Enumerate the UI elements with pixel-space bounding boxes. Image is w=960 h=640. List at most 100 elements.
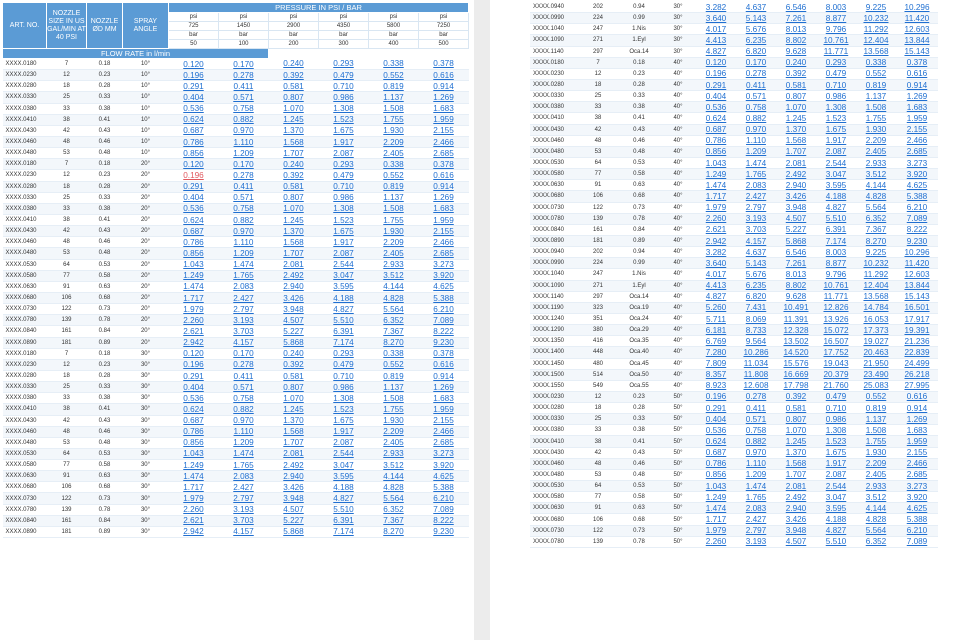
flow-5800-cell[interactable]: 5.564: [856, 202, 896, 214]
flow-2900-cell[interactable]: 0.240: [268, 58, 319, 71]
flow-725-cell[interactable]: 0.196: [168, 359, 219, 371]
flow-725-cell[interactable]: 1.717: [696, 513, 736, 526]
flow-725-cell[interactable]: 0.291: [168, 370, 219, 383]
flow-5800-cell[interactable]: 16.053: [856, 313, 896, 326]
flow-7250-cell[interactable]: 2.155: [896, 447, 938, 459]
flow-5800-cell[interactable]: 2.933: [856, 480, 896, 493]
flow-1450-cell[interactable]: 5.676: [736, 268, 776, 281]
flow-1450-cell[interactable]: 2.083: [218, 281, 269, 293]
flow-5800-cell[interactable]: 1.930: [368, 415, 419, 427]
flow-1450-cell[interactable]: 0.882: [736, 435, 776, 448]
flow-2900-cell[interactable]: 6.546: [776, 2, 816, 14]
flow-5800-cell[interactable]: 1.508: [368, 392, 419, 405]
flow-5800-cell[interactable]: 6.352: [368, 504, 419, 516]
flow-1450-cell[interactable]: 0.970: [736, 447, 776, 459]
flow-7250-cell[interactable]: 21.236: [896, 335, 938, 348]
flow-4350-cell[interactable]: 6.391: [318, 325, 369, 338]
flow-725-cell[interactable]: 0.404: [696, 413, 736, 426]
flow-1450-cell[interactable]: 3.193: [736, 213, 776, 225]
flow-7250-cell[interactable]: 2.685: [418, 247, 469, 260]
flow-5800-cell[interactable]: 1.930: [368, 125, 419, 137]
flow-7250-cell[interactable]: 3.920: [418, 270, 469, 282]
flow-1450-cell[interactable]: 0.882: [218, 214, 269, 227]
flow-1450-cell[interactable]: 0.170: [218, 158, 269, 171]
flow-725-cell[interactable]: 0.624: [696, 435, 736, 448]
flow-725-cell[interactable]: 2.260: [168, 314, 219, 327]
flow-4350-cell[interactable]: 6.391: [318, 515, 369, 527]
flow-4350-cell[interactable]: 7.174: [816, 235, 856, 248]
flow-5800-cell[interactable]: 23.490: [856, 369, 896, 381]
flow-2900-cell[interactable]: 2.492: [268, 459, 319, 472]
flow-5800-cell[interactable]: 10.232: [856, 257, 896, 270]
flow-4350-cell[interactable]: 0.710: [318, 181, 369, 193]
flow-5800-cell[interactable]: 10.232: [856, 12, 896, 25]
flow-2900-cell[interactable]: 4.507: [776, 213, 816, 225]
flow-2900-cell[interactable]: 4.507: [268, 504, 319, 516]
flow-4350-cell[interactable]: 1.917: [318, 426, 369, 438]
flow-5800-cell[interactable]: 1.755: [856, 112, 896, 125]
flow-2900-cell[interactable]: 1.370: [268, 125, 319, 137]
flow-5800-cell[interactable]: 19.027: [856, 335, 896, 348]
flow-4350-cell[interactable]: 16.507: [816, 335, 856, 348]
flow-725-cell[interactable]: 1.249: [168, 459, 219, 472]
flow-725-cell[interactable]: 4.413: [696, 34, 736, 47]
flow-1450-cell[interactable]: 0.278: [218, 359, 269, 371]
flow-1450-cell[interactable]: 0.278: [218, 169, 269, 182]
flow-2900-cell[interactable]: 5.227: [268, 515, 319, 527]
flow-725-cell[interactable]: 8.357: [696, 369, 736, 381]
flow-1450-cell[interactable]: 2.427: [736, 513, 776, 526]
flow-4350-cell[interactable]: 0.293: [318, 348, 369, 360]
flow-1450-cell[interactable]: 1.209: [736, 469, 776, 482]
flow-1450-cell[interactable]: 8.069: [736, 313, 776, 326]
flow-725-cell[interactable]: 0.291: [168, 181, 219, 193]
flow-7250-cell[interactable]: 1.959: [418, 403, 469, 416]
flow-4350-cell[interactable]: 6.391: [816, 224, 856, 236]
flow-5800-cell[interactable]: 4.828: [856, 513, 896, 526]
flow-5800-cell[interactable]: 9.225: [856, 246, 896, 259]
flow-725-cell[interactable]: 6.181: [696, 324, 736, 337]
flow-4350-cell[interactable]: 3.047: [816, 491, 856, 504]
flow-2900-cell[interactable]: 9.628: [776, 291, 816, 303]
flow-7250-cell[interactable]: 1.959: [896, 435, 938, 448]
flow-5800-cell[interactable]: 4.144: [368, 281, 419, 293]
flow-4350-cell[interactable]: 0.986: [816, 413, 856, 426]
flow-1450-cell[interactable]: 0.571: [218, 91, 269, 104]
flow-7250-cell[interactable]: 8.222: [418, 515, 469, 527]
flow-5800-cell[interactable]: 3.512: [856, 168, 896, 181]
flow-5800-cell[interactable]: 2.405: [856, 469, 896, 482]
flow-725-cell[interactable]: 0.196: [168, 69, 219, 82]
flow-4350-cell[interactable]: 12.826: [816, 302, 856, 314]
flow-2900-cell[interactable]: 3.426: [268, 481, 319, 494]
flow-4350-cell[interactable]: 0.479: [318, 359, 369, 371]
flow-4350-cell[interactable]: 1.308: [816, 424, 856, 437]
flow-4350-cell[interactable]: 7.174: [318, 526, 369, 539]
flow-1450-cell[interactable]: 1.110: [218, 236, 269, 249]
flow-4350-cell[interactable]: 3.047: [318, 270, 369, 282]
flow-7250-cell[interactable]: 2.155: [418, 125, 469, 137]
flow-7250-cell[interactable]: 15.143: [896, 46, 938, 58]
flow-4350-cell[interactable]: 0.710: [318, 80, 369, 93]
flow-7250-cell[interactable]: 0.914: [896, 79, 938, 92]
flow-1450-cell[interactable]: 3.193: [218, 504, 269, 516]
flow-725-cell[interactable]: 0.786: [696, 458, 736, 470]
flow-725-cell[interactable]: 0.404: [696, 90, 736, 103]
flow-1450-cell[interactable]: 2.797: [736, 202, 776, 214]
flow-725-cell[interactable]: 1.979: [168, 492, 219, 505]
flow-4350-cell[interactable]: 1.308: [318, 203, 369, 215]
flow-7250-cell[interactable]: 9.230: [418, 526, 469, 539]
flow-2900-cell[interactable]: 1.568: [776, 135, 816, 147]
flow-1450-cell[interactable]: 1.765: [736, 491, 776, 504]
flow-5800-cell[interactable]: 6.352: [856, 536, 896, 548]
flow-4350-cell[interactable]: 15.072: [816, 324, 856, 337]
flow-2900-cell[interactable]: 2.492: [776, 168, 816, 181]
flow-2900-cell[interactable]: 1.707: [268, 247, 319, 260]
flow-7250-cell[interactable]: 0.378: [418, 58, 469, 71]
flow-725-cell[interactable]: 0.120: [696, 57, 736, 69]
flow-725-cell[interactable]: 8.923: [696, 380, 736, 392]
flow-7250-cell[interactable]: 5.388: [418, 292, 469, 305]
flow-2900-cell[interactable]: 3.948: [268, 303, 319, 316]
flow-725-cell[interactable]: 2.621: [168, 325, 219, 338]
flow-2900-cell[interactable]: 1.568: [268, 136, 319, 149]
flow-5800-cell[interactable]: 8.270: [368, 337, 419, 349]
flow-2900-cell[interactable]: 2.081: [776, 157, 816, 170]
